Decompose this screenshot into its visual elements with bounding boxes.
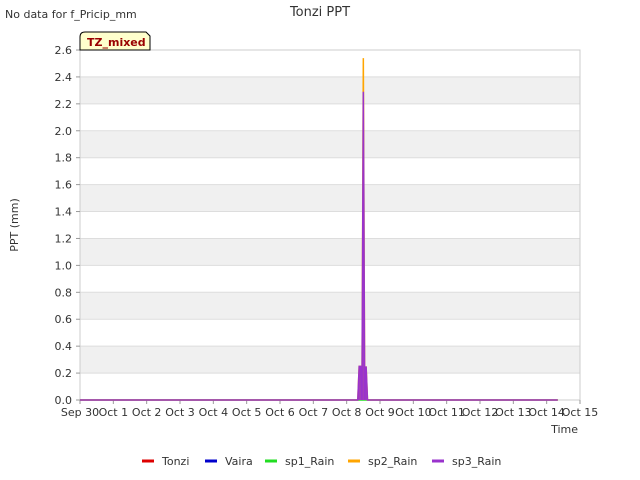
y-tick-label: 1.8 [55, 152, 73, 165]
x-axis: Sep 30 Oct 1 Oct 2 Oct 3 Oct 4 Oct 5 Oct 6 Oct … [61, 400, 598, 419]
x-tick-label: Oct 12 [462, 406, 499, 419]
y-tick-label: 2.4 [55, 71, 73, 84]
y-axis-label: PPT (mm) [8, 198, 21, 252]
badge-label: TZ_mixed [87, 36, 146, 49]
x-tick-label: Oct 5 [232, 406, 262, 419]
x-tick-label: Oct 11 [428, 406, 465, 419]
x-tick-label: Oct 14 [528, 406, 565, 419]
x-tick-label: Oct 10 [395, 406, 432, 419]
x-tick-label: Oct 15 [562, 406, 599, 419]
x-axis-label: Time [550, 423, 578, 436]
grid-band [80, 76, 580, 104]
y-tick-label: 1.2 [55, 232, 73, 245]
x-tick-label: Oct 3 [165, 406, 195, 419]
no-data-note: No data for f_Pricip_mm [5, 8, 137, 21]
legend-label-Tonzi: Tonzi [161, 455, 189, 468]
y-tick-label: 2.2 [55, 98, 73, 111]
y-tick-label: 0.2 [55, 367, 73, 380]
y-tick-label: 1.4 [55, 206, 73, 219]
chart: Tonzi PPT No data for f_Pricip_mm 0.00.2… [5, 5, 598, 468]
grid-band [80, 346, 580, 374]
legend-label-Vaira: Vaira [225, 455, 253, 468]
legend-label-sp2_Rain: sp2_Rain [368, 455, 417, 468]
grid-band [80, 238, 580, 266]
y-tick-label: 1.0 [55, 259, 73, 272]
grid-band [80, 130, 580, 158]
badge: TZ_mixed [79, 31, 151, 51]
grid-band [80, 184, 580, 212]
y-tick-label: 0.6 [55, 313, 73, 326]
y-tick-label: 2.6 [55, 44, 73, 57]
chart-title: Tonzi PPT [289, 5, 350, 20]
x-tick-label: Oct 2 [132, 406, 162, 419]
x-tick-label: Oct 8 [332, 406, 362, 419]
x-tick-label: Oct 9 [365, 406, 395, 419]
grid-band [80, 292, 580, 320]
y-axis: 0.00.20.40.60.81.01.21.41.61.82.02.22.42… [55, 44, 80, 407]
x-tick-label: Oct 13 [495, 406, 532, 419]
y-tick-label: 1.6 [55, 179, 73, 192]
x-tick-label: Oct 6 [265, 406, 295, 419]
y-tick-label: 0.4 [55, 340, 73, 353]
y-tick-label: 2.0 [55, 125, 73, 138]
x-tick-label: Oct 4 [199, 406, 229, 419]
legend-label-sp3_Rain: sp3_Rain [452, 455, 501, 468]
legend: Tonzi Vaira sp1_Rain sp2_Rain sp3_Rain [142, 455, 501, 468]
x-tick-label: Oct 7 [299, 406, 329, 419]
legend-label-sp1_Rain: sp1_Rain [285, 455, 334, 468]
y-tick-label: 0.8 [55, 286, 73, 299]
x-tick-label: Sep 30 [61, 406, 99, 419]
grid-bands [80, 76, 580, 401]
x-tick-label: Oct 1 [99, 406, 129, 419]
